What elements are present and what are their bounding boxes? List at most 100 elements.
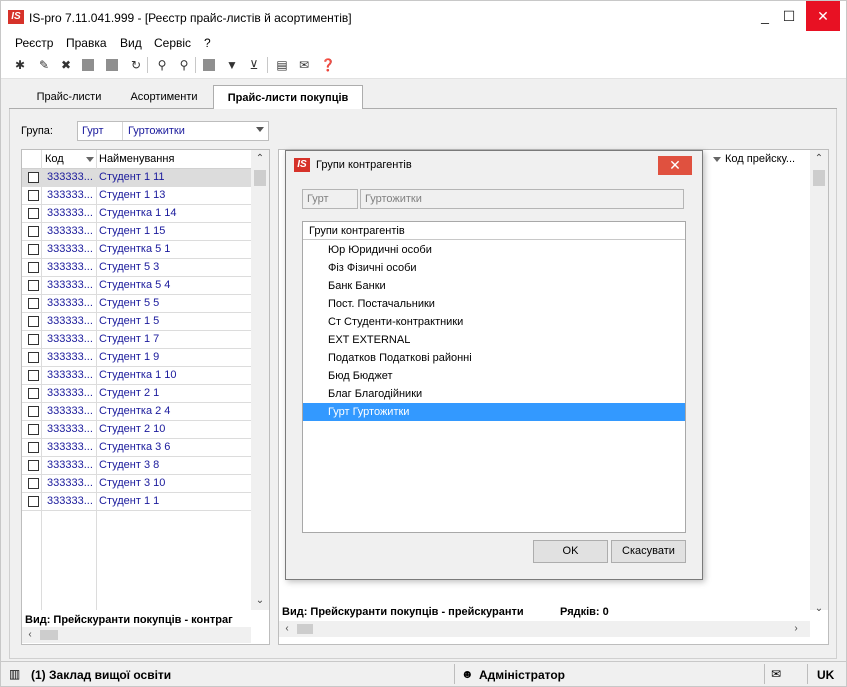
menu-service[interactable]: Сервіс xyxy=(154,36,191,50)
row-checkbox[interactable] xyxy=(28,370,39,381)
ok-button[interactable]: OK xyxy=(533,540,608,563)
vertical-scrollbar[interactable]: ⌃ ⌄ xyxy=(251,150,269,610)
table-row[interactable]: 333333... Студентка 2 4 xyxy=(22,403,251,421)
table-row[interactable]: 333333... Студентка 5 1 xyxy=(22,241,251,259)
maximize-button[interactable]: ☐ xyxy=(774,1,804,31)
table-row[interactable]: 333333... Студент 1 1 xyxy=(22,493,251,511)
table-row[interactable]: 333333... Студент 2 1 xyxy=(22,385,251,403)
scroll-down-icon[interactable]: ⌄ xyxy=(811,603,827,614)
row-checkbox[interactable] xyxy=(28,352,39,363)
table-row[interactable]: 333333... Студентка 3 6 xyxy=(22,439,251,457)
scroll-thumb[interactable] xyxy=(254,170,266,186)
tab-customer-price-lists[interactable]: Прайс-листи покупців xyxy=(213,85,363,110)
scroll-up-icon[interactable]: ⌃ xyxy=(252,153,268,164)
search-next-icon[interactable]: ⚲ xyxy=(175,56,193,74)
column-price-code[interactable]: Код прейску... xyxy=(725,153,795,165)
list-item[interactable]: Благ Благодійники xyxy=(303,385,685,403)
list-item[interactable]: Банк Банки xyxy=(303,277,685,295)
list-item[interactable]: Гурт Гуртожитки xyxy=(303,403,685,421)
row-checkbox[interactable] xyxy=(28,244,39,255)
calc-icon[interactable] xyxy=(200,56,218,74)
table-row[interactable]: 333333... Студент 1 9 xyxy=(22,349,251,367)
vertical-scrollbar[interactable]: ⌃ ⌄ xyxy=(810,150,828,614)
row-checkbox[interactable] xyxy=(28,298,39,309)
search-icon[interactable]: ⚲ xyxy=(153,56,171,74)
sort-icon[interactable] xyxy=(86,157,94,162)
menu-view[interactable]: Вид xyxy=(120,36,142,50)
close-button[interactable]: ✕ xyxy=(806,1,840,31)
copy-icon[interactable] xyxy=(79,56,97,74)
row-checkbox[interactable] xyxy=(28,496,39,507)
cancel-button[interactable]: Скасувати xyxy=(611,540,686,563)
table-row[interactable]: 333333... Студент 1 11 xyxy=(22,169,251,187)
row-checkbox[interactable] xyxy=(28,262,39,273)
dialog-code-field[interactable]: Гурт xyxy=(302,189,358,209)
list-item[interactable]: Юр Юридичні особи xyxy=(303,241,685,259)
row-checkbox[interactable] xyxy=(28,226,39,237)
row-checkbox[interactable] xyxy=(28,280,39,291)
mail-icon[interactable]: ✉ xyxy=(771,667,781,681)
list-item[interactable]: EXT EXTERNAL xyxy=(303,331,685,349)
table-row[interactable]: 333333... Студент 3 8 xyxy=(22,457,251,475)
column-code[interactable]: Код xyxy=(45,153,64,165)
new-icon[interactable]: ✱ xyxy=(11,56,29,74)
row-checkbox[interactable] xyxy=(28,388,39,399)
scroll-down-icon[interactable]: ⌄ xyxy=(252,595,268,606)
list-item[interactable]: Ст Студенти-контрактники xyxy=(303,313,685,331)
scroll-left-icon[interactable]: ‹ xyxy=(22,629,38,640)
list-item[interactable]: Податков Податкові районні xyxy=(303,349,685,367)
table-row[interactable]: 333333... Студент 3 10 xyxy=(22,475,251,493)
row-checkbox[interactable] xyxy=(28,406,39,417)
table-row[interactable]: 333333... Студент 2 10 xyxy=(22,421,251,439)
tab-price-lists[interactable]: Прайс-листи xyxy=(19,85,119,109)
table-row[interactable]: 333333... Студентка 5 4 xyxy=(22,277,251,295)
table-row[interactable]: 333333... Студент 1 5 xyxy=(22,313,251,331)
help-icon[interactable]: ❓ xyxy=(319,56,337,74)
row-checkbox[interactable] xyxy=(28,316,39,327)
table-row[interactable]: 333333... Студентка 1 14 xyxy=(22,205,251,223)
scroll-thumb[interactable] xyxy=(813,170,825,186)
menu-help[interactable]: ? xyxy=(204,36,211,50)
row-checkbox[interactable] xyxy=(28,190,39,201)
sort-icon[interactable] xyxy=(713,157,721,162)
chevron-down-icon[interactable] xyxy=(256,127,264,132)
filter-icon[interactable]: ▼ xyxy=(223,56,241,74)
delete-icon[interactable]: ✖ xyxy=(57,56,75,74)
table-row[interactable]: 333333... Студент 1 15 xyxy=(22,223,251,241)
clear-filter-icon[interactable]: ⊻ xyxy=(245,56,263,74)
table-row[interactable]: 333333... Студент 1 13 xyxy=(22,187,251,205)
menu-registry[interactable]: Реєстр xyxy=(15,36,53,50)
document-icon[interactable]: ▤ xyxy=(273,56,291,74)
group-combo[interactable]: Гурт Гуртожитки xyxy=(77,121,269,141)
refresh-icon[interactable]: ↻ xyxy=(127,56,145,74)
dialog-close-button[interactable]: ✕ xyxy=(658,156,692,175)
move-icon[interactable] xyxy=(103,56,121,74)
table-row[interactable]: 333333... Студент 5 5 xyxy=(22,295,251,313)
tab-assortments[interactable]: Асортименти xyxy=(121,85,207,109)
table-row[interactable]: 333333... Студент 1 7 xyxy=(22,331,251,349)
table-row[interactable]: 333333... Студент 5 3 xyxy=(22,259,251,277)
dialog-name-field[interactable]: Гуртожитки xyxy=(360,189,684,209)
scroll-thumb[interactable] xyxy=(40,630,58,640)
row-checkbox[interactable] xyxy=(28,334,39,345)
row-checkbox[interactable] xyxy=(28,424,39,435)
row-checkbox[interactable] xyxy=(28,478,39,489)
table-row[interactable]: 333333... Студентка 1 10 xyxy=(22,367,251,385)
status-language[interactable]: UK xyxy=(817,668,834,682)
scroll-left-icon[interactable]: ‹ xyxy=(279,623,295,634)
horizontal-scrollbar[interactable]: ‹ › xyxy=(279,621,810,637)
column-name[interactable]: Найменування xyxy=(99,153,174,165)
list-item[interactable]: Пост. Постачальники xyxy=(303,295,685,313)
row-checkbox[interactable] xyxy=(28,172,39,183)
scroll-thumb[interactable] xyxy=(297,624,313,634)
row-checkbox[interactable] xyxy=(28,460,39,471)
groups-column-header[interactable]: Групи контрагентів xyxy=(309,225,405,237)
list-item[interactable]: Бюд Бюджет xyxy=(303,367,685,385)
edit-icon[interactable]: ✎ xyxy=(35,56,53,74)
menu-edit[interactable]: Правка xyxy=(66,36,107,50)
list-item[interactable]: Фіз Фізичні особи xyxy=(303,259,685,277)
row-checkbox[interactable] xyxy=(28,442,39,453)
horizontal-scrollbar[interactable]: ‹ xyxy=(22,627,251,643)
scroll-right-icon[interactable]: › xyxy=(788,623,804,634)
scroll-up-icon[interactable]: ⌃ xyxy=(811,153,827,164)
